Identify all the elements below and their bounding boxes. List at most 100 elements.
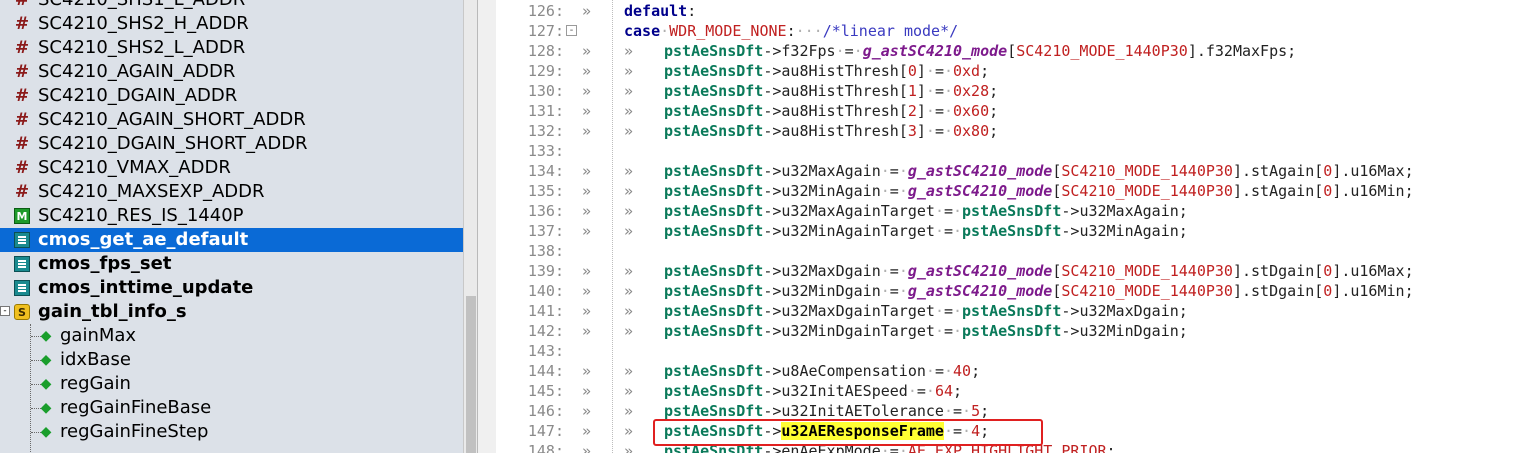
tree-item-label: SC4210_DGAIN_ADDR	[38, 85, 238, 106]
code-line[interactable]: 132: » » pstAeSnsDft->au8HistThresh[3]·=·0x…	[496, 121, 1527, 141]
code-line[interactable]: 126: » default:	[496, 1, 1527, 21]
code-line[interactable]: 145: » » pstAeSnsDft->u32InitAESpeed·=·64;	[496, 381, 1527, 401]
code-token: 64	[934, 382, 953, 400]
code-token: 40	[953, 362, 972, 380]
code-token: ->	[763, 322, 782, 340]
code-line[interactable]: 146: » » pstAeSnsDft->u32InitAETolerance·=·…	[496, 401, 1527, 421]
tree-item-function[interactable]: cmos_fps_set	[0, 252, 477, 276]
tree-item-struct[interactable]: Sgain_tbl_info_s	[0, 300, 477, 324]
code-line[interactable]: 130: » » pstAeSnsDft->au8HistThresh[1]·=·0x…	[496, 81, 1527, 101]
code-line[interactable]: 139: » » pstAeSnsDft->u32MaxDgain·=·g_astSC…	[496, 261, 1527, 281]
code-token: ->	[763, 102, 782, 120]
code-line[interactable]: 137: » » pstAeSnsDft->u32MinAgainTarget·=·p…	[496, 221, 1527, 241]
code-line[interactable]: 140: » » pstAeSnsDft->u32MinDgain·=·g_astSC…	[496, 281, 1527, 301]
tree-item-function[interactable]: cmos_inttime_update	[0, 276, 477, 300]
code-token: ->	[763, 302, 782, 320]
code-line[interactable]: 128: » » pstAeSnsDft->f32Fps·=·g_astSC4210_…	[496, 41, 1527, 61]
code-token: =	[943, 302, 953, 320]
code-token: u32MinAgain	[781, 182, 881, 200]
line-number: 133:	[527, 142, 564, 160]
code-line[interactable]: 136: » » pstAeSnsDft->u32MaxAgainTarget·=·p…	[496, 201, 1527, 221]
code-editor[interactable]: 126: » default: 127: - case·WDR_MODE_NONE:···…	[496, 0, 1527, 453]
code-line[interactable]: 134: » » pstAeSnsDft->u32MaxAgain·=·g_astSC…	[496, 161, 1527, 181]
tree-item-member[interactable]: regGainFineStep	[0, 420, 477, 444]
code-line[interactable]: 143:	[496, 341, 1527, 361]
code-line[interactable]: 141: » » pstAeSnsDft->u32MaxDgainTarget·=·p…	[496, 301, 1527, 321]
code-token: ;	[1287, 42, 1297, 60]
tree-item-member[interactable]: gainMax	[0, 324, 477, 348]
code-token: =	[889, 282, 899, 300]
tree-scrollbar[interactable]	[463, 0, 478, 453]
code-line[interactable]: 135: » » pstAeSnsDft->u32MinAgain·=·g_astSC…	[496, 181, 1527, 201]
code-token: ->	[763, 42, 782, 60]
code-token: f32Fps	[781, 42, 836, 60]
code-token: ;	[989, 82, 999, 100]
code-line[interactable]: 131: » » pstAeSnsDft->au8HistThresh[2]·=·0x…	[496, 101, 1527, 121]
hash-icon: #	[14, 86, 30, 106]
collapse-icon[interactable]: -	[0, 306, 10, 316]
code-line[interactable]: 129: » » pstAeSnsDft->au8HistThresh[0]·=·0x…	[496, 61, 1527, 81]
code-token: 0	[1323, 182, 1333, 200]
tree-item-member[interactable]: regGain	[0, 372, 477, 396]
code-token: 2	[907, 102, 917, 120]
code-line[interactable]: 127: - case·WDR_MODE_NONE:···/*linear mode…	[496, 21, 1527, 41]
tree-item-macro[interactable]: # SC4210_SHS1_L_ADDR	[0, 0, 477, 12]
tree-item-label: SC4210_MAXSEXP_ADDR	[38, 181, 265, 202]
code-token: u32MinDgainTarget	[781, 322, 935, 340]
tree-item-macro[interactable]: # SC4210_SHS2_H_ADDR	[0, 12, 477, 36]
line-number: 145:	[527, 382, 564, 400]
code-token: ->	[763, 282, 782, 300]
fold-toggle-icon[interactable]: -	[566, 25, 577, 36]
code-token: u32MaxDgainTarget	[781, 302, 935, 320]
tree-item-function[interactable]: cmos_get_ae_default	[0, 228, 477, 252]
code-token: pstAeSnsDft	[664, 182, 764, 200]
tab-marker: »	[582, 122, 592, 140]
tab-marker: »	[624, 42, 634, 60]
panel-splitter[interactable]	[477, 0, 497, 453]
code-token: pstAeSnsDft	[664, 162, 764, 180]
code-text: pstAeSnsDft->u32MaxDgain·=·g_astSC4210_m…	[664, 262, 1414, 280]
line-number: 126:	[527, 2, 564, 20]
code-token: SC4210_MODE_1440P30	[1061, 182, 1233, 200]
tree-item-macro[interactable]: # SC4210_DGAIN_SHORT_ADDR	[0, 132, 477, 156]
tree-item-macro[interactable]: # SC4210_AGAIN_SHORT_ADDR	[0, 108, 477, 132]
tree-item-member[interactable]: idxBase	[0, 348, 477, 372]
code-token: SC4210_MODE_1440P30	[1061, 162, 1233, 180]
tab-marker: »	[624, 62, 634, 80]
tab-marker: »	[582, 362, 592, 380]
line-number: 135:	[527, 182, 564, 200]
tab-marker: »	[624, 102, 634, 120]
code-token: ]	[1332, 182, 1342, 200]
tree-scrollbar-thumb[interactable]	[466, 296, 476, 453]
tab-marker: »	[624, 182, 634, 200]
tree-item-macro-fn[interactable]: M SC4210_RES_IS_1440P	[0, 204, 477, 228]
tab-marker: »	[582, 62, 592, 80]
code-token: ;	[1106, 442, 1116, 453]
tree-item-macro[interactable]: # SC4210_AGAIN_ADDR	[0, 60, 477, 84]
tab-marker: »	[624, 302, 634, 320]
code-token: =	[916, 382, 926, 400]
code-token: ->	[1061, 222, 1080, 240]
tree-item-macro[interactable]: # SC4210_DGAIN_ADDR	[0, 84, 477, 108]
function-icon	[14, 232, 30, 248]
code-line[interactable]: 133:	[496, 141, 1527, 161]
hash-icon: #	[14, 0, 30, 10]
code-token: ]	[1232, 182, 1242, 200]
code-token: .stDgain	[1242, 262, 1315, 280]
tab-marker: »	[582, 162, 592, 180]
code-line[interactable]: 142: » » pstAeSnsDft->u32MinDgainTarget·=·p…	[496, 321, 1527, 341]
tree-item-label: regGainFineBase	[60, 397, 212, 418]
tree-item-member[interactable]: regGainFineBase	[0, 396, 477, 420]
tree-item-macro[interactable]: # SC4210_MAXSEXP_ADDR	[0, 180, 477, 204]
code-text: pstAeSnsDft->u32MinDgain·=·g_astSC4210_m…	[664, 282, 1414, 300]
code-line[interactable]: 138:	[496, 241, 1527, 261]
code-token: pstAeSnsDft	[962, 202, 1062, 220]
code-token: ;	[989, 102, 999, 120]
code-line[interactable]: 144: » » pstAeSnsDft->u8AeCompensation·=·40…	[496, 361, 1527, 381]
tree-item-macro[interactable]: # SC4210_VMAX_ADDR	[0, 156, 477, 180]
line-number: 136:	[527, 202, 564, 220]
code-token: .u16Max	[1341, 162, 1405, 180]
hash-icon: #	[14, 62, 30, 82]
tree-item-macro[interactable]: # SC4210_SHS2_L_ADDR	[0, 36, 477, 60]
tab-marker: »	[582, 102, 592, 120]
